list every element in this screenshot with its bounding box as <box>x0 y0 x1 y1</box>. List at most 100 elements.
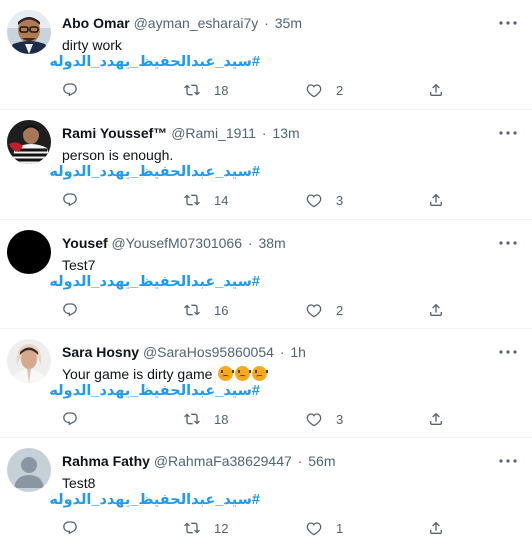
hashtag-link[interactable]: #سيد_عبدالحفيظ_يهدد_الدوله <box>49 272 260 292</box>
timestamp[interactable]: 38m <box>258 235 285 251</box>
reply-button[interactable] <box>62 80 78 100</box>
angry-face-emoji <box>218 366 235 381</box>
author-name[interactable]: Sara Hosny <box>62 344 139 360</box>
heart-icon <box>306 84 322 98</box>
angry-face-emoji <box>235 366 252 381</box>
retweet-button[interactable]: 12 <box>184 518 228 538</box>
author-handle[interactable]: @YousefM07301066 <box>112 235 242 251</box>
tweet[interactable]: Yousef @YousefM07301066 · 38m Test7 #سيد… <box>0 220 532 329</box>
reply-button[interactable] <box>62 190 78 210</box>
angry-face-emoji <box>252 366 269 381</box>
tweet-feed: Abo Omar @ayman_esharai7y · 35m dirty wo… <box>0 0 532 548</box>
share-icon <box>430 303 442 316</box>
more-options-icon[interactable] <box>498 124 518 142</box>
separator-dot: · <box>247 235 253 251</box>
reply-icon <box>63 521 77 535</box>
tweet-header: Sara Hosny @SaraHos95860054 · 1h <box>62 343 492 361</box>
avatar[interactable] <box>7 230 51 274</box>
author-name[interactable]: Rahma Fathy <box>62 453 150 469</box>
like-button[interactable]: 3 <box>306 409 343 429</box>
like-button[interactable]: 2 <box>306 300 343 320</box>
share-button[interactable] <box>428 300 444 320</box>
heart-icon <box>306 194 322 208</box>
retweet-icon <box>184 304 200 316</box>
more-options-icon[interactable] <box>498 452 518 470</box>
retweet-count: 14 <box>214 192 229 208</box>
like-count: 2 <box>336 82 344 98</box>
timestamp[interactable]: 13m <box>272 125 299 141</box>
timestamp[interactable]: 35m <box>275 15 302 31</box>
tweet[interactable]: Sara Hosny @SaraHos95860054 · 1h Your ga… <box>0 329 532 438</box>
like-button[interactable]: 3 <box>306 190 343 210</box>
retweet-button[interactable]: 16 <box>184 300 228 320</box>
tweet[interactable]: Rahma Fathy @RahmaFa38629447 · 56m Test8… <box>0 438 532 548</box>
retweet-button[interactable]: 18 <box>184 80 228 100</box>
retweet-count: 18 <box>214 82 229 98</box>
like-count: 2 <box>336 302 344 318</box>
more-options-icon[interactable] <box>498 234 518 252</box>
author-name[interactable]: Yousef <box>62 235 108 251</box>
tweet[interactable]: Rami Youssef™ @Rami_1911 · 13m person is… <box>0 110 532 220</box>
separator-dot: · <box>297 453 303 469</box>
more-options-icon[interactable] <box>498 14 518 32</box>
timestamp[interactable]: 56m <box>308 453 335 469</box>
like-count: 3 <box>336 411 344 427</box>
reply-icon <box>63 412 77 426</box>
timestamp[interactable]: 1h <box>290 344 306 360</box>
separator-dot: · <box>264 15 269 31</box>
hashtag-link[interactable]: #سيد_عبدالحفيظ_يهدد_الدوله <box>49 52 260 72</box>
retweet-icon <box>184 194 200 206</box>
retweet-button[interactable]: 14 <box>184 190 228 210</box>
heart-icon <box>306 522 322 536</box>
author-name[interactable]: Abo Omar <box>62 15 130 31</box>
author-handle[interactable]: @ayman_esharai7y <box>134 15 259 31</box>
reply-icon <box>63 193 77 207</box>
action-bar: 18 3 <box>62 409 452 429</box>
heart-icon <box>306 413 322 427</box>
hashtag-link[interactable]: #سيد_عبدالحفيظ_يهدد_الدوله <box>49 381 260 401</box>
retweet-icon <box>184 413 200 425</box>
share-icon <box>430 193 442 206</box>
action-bar: 16 2 <box>62 300 452 320</box>
tweet[interactable]: Abo Omar @ayman_esharai7y · 35m dirty wo… <box>0 0 532 110</box>
hashtag-link[interactable]: #سيد_عبدالحفيظ_يهدد_الدوله <box>49 490 260 510</box>
retweet-count: 18 <box>214 411 229 427</box>
retweet-icon <box>184 84 200 96</box>
hashtag-link[interactable]: #سيد_عبدالحفيظ_يهدد_الدوله <box>49 162 260 182</box>
share-icon <box>430 521 442 534</box>
avatar[interactable] <box>7 10 51 54</box>
tweet-text-content: Your game is dirty game <box>62 366 213 382</box>
retweet-icon <box>184 522 200 534</box>
avatar[interactable] <box>7 448 51 492</box>
retweet-button[interactable]: 18 <box>184 409 228 429</box>
share-button[interactable] <box>428 190 444 210</box>
avatar[interactable] <box>7 120 51 164</box>
more-options-icon[interactable] <box>498 343 518 361</box>
retweet-count: 16 <box>214 302 229 318</box>
tweet-header: Abo Omar @ayman_esharai7y · 35m <box>62 14 492 32</box>
reply-button[interactable] <box>62 409 78 429</box>
reply-button[interactable] <box>62 518 78 538</box>
author-handle[interactable]: @SaraHos95860054 <box>143 344 274 360</box>
share-button[interactable] <box>428 518 444 538</box>
author-handle[interactable]: @RahmaFa38629447 <box>154 453 292 469</box>
heart-icon <box>306 304 322 318</box>
action-bar: 18 2 <box>62 80 452 100</box>
tweet-header: Rami Youssef™ @Rami_1911 · 13m <box>62 124 492 142</box>
share-button[interactable] <box>428 80 444 100</box>
reply-icon <box>63 83 77 97</box>
avatar[interactable] <box>7 339 51 383</box>
author-handle[interactable]: @Rami_1911 <box>171 125 256 141</box>
share-button[interactable] <box>428 409 444 429</box>
action-bar: 14 3 <box>62 190 452 210</box>
like-button[interactable]: 1 <box>306 518 343 538</box>
action-bar: 12 1 <box>62 518 452 538</box>
like-button[interactable]: 2 <box>306 80 343 100</box>
like-count: 1 <box>336 520 344 536</box>
like-count: 3 <box>336 192 344 208</box>
separator-dot: · <box>279 344 285 360</box>
tweet-header: Yousef @YousefM07301066 · 38m <box>62 234 492 252</box>
separator-dot: · <box>261 125 267 141</box>
author-name[interactable]: Rami Youssef™ <box>62 125 167 141</box>
reply-button[interactable] <box>62 300 78 320</box>
